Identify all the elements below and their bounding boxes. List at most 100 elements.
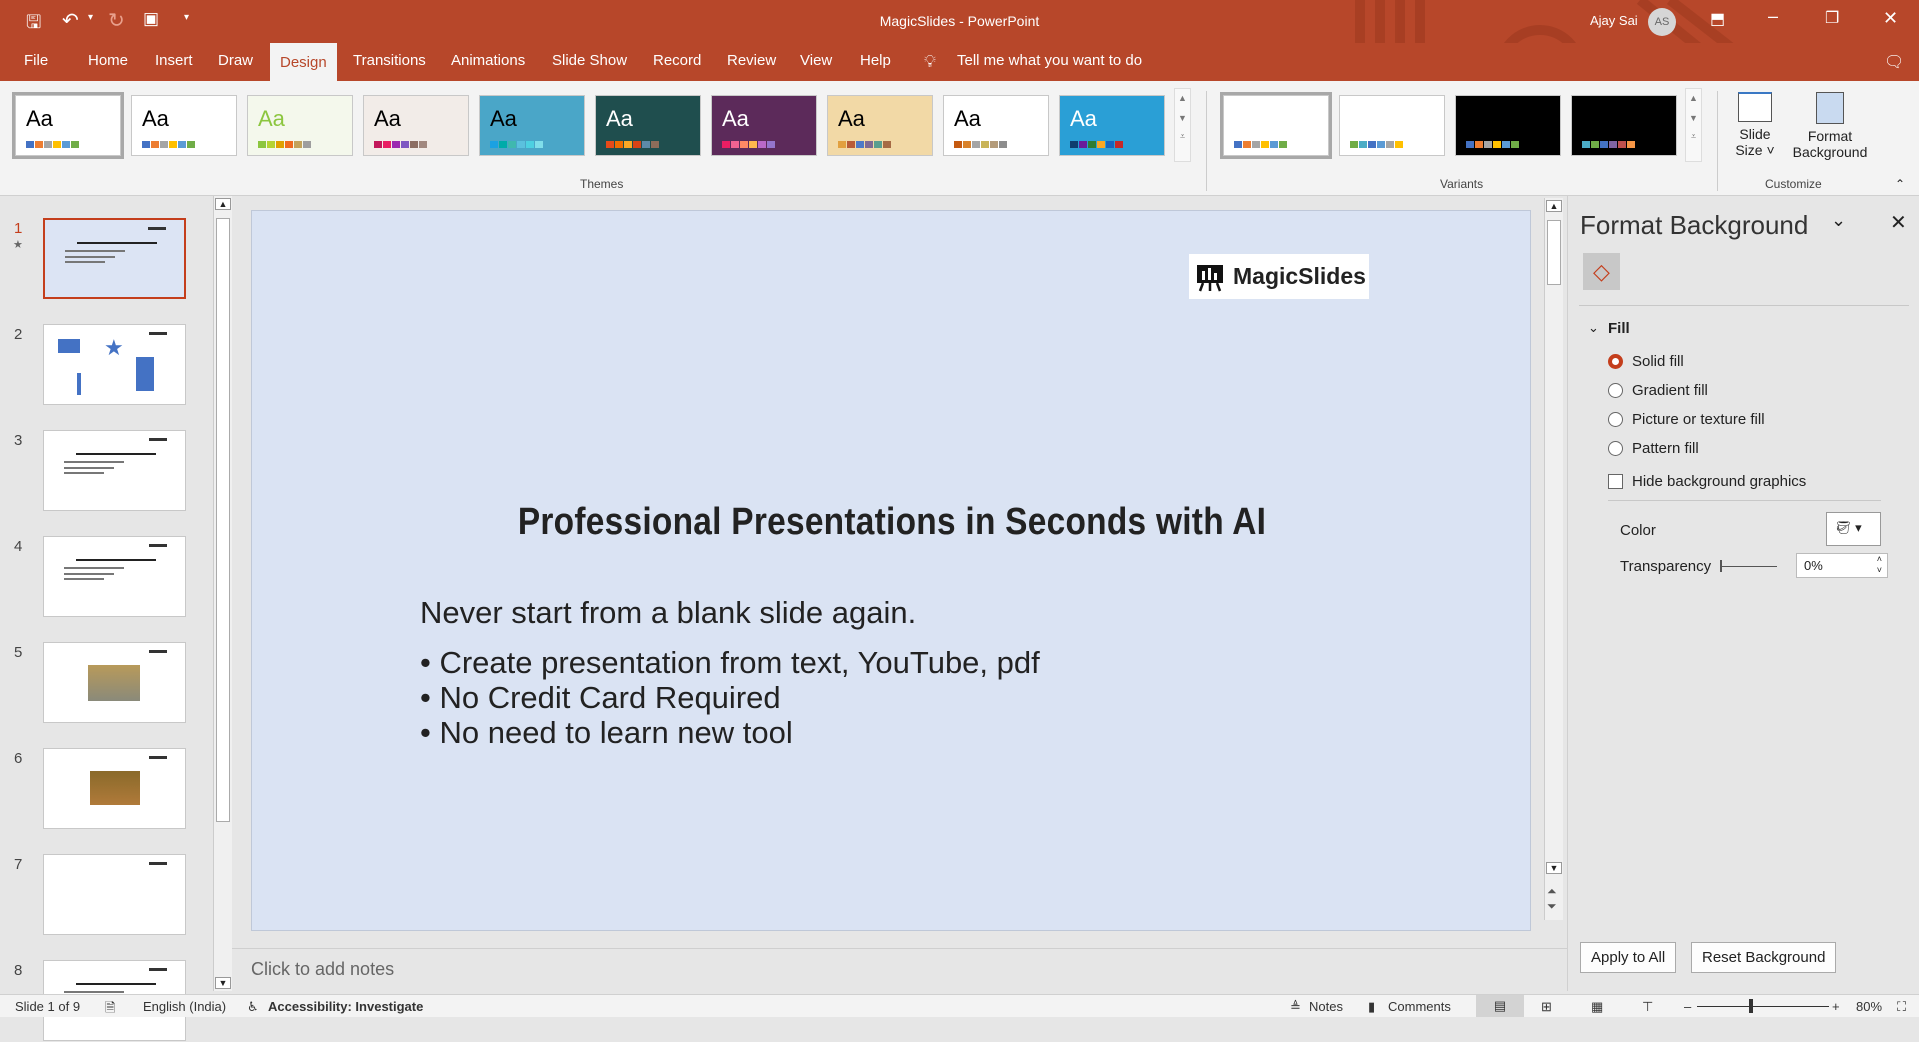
normal-view-icon[interactable]: ▤: [1476, 995, 1524, 1017]
language-indicator[interactable]: English (India): [143, 999, 226, 1014]
reading-view-icon[interactable]: ▦: [1591, 999, 1603, 1015]
comments-button[interactable]: Comments: [1388, 999, 1451, 1014]
radio-button[interactable]: [1608, 354, 1623, 369]
zoom-out-icon[interactable]: –: [1684, 999, 1691, 1014]
variant-thumbnail[interactable]: [1455, 95, 1561, 156]
thumbnails-scrollbar[interactable]: ▲ ▼: [213, 196, 232, 991]
slide-thumbnail-row[interactable]: 6: [0, 748, 210, 830]
minimize-icon[interactable]: –: [1768, 6, 1778, 27]
slide-thumbnail-row[interactable]: 2 ★: [0, 324, 210, 406]
color-picker-dropdown[interactable]: 🪣︎ ▾: [1826, 512, 1881, 546]
comments-status-icon[interactable]: ▮: [1368, 999, 1375, 1015]
reset-background-button[interactable]: Reset Background: [1691, 942, 1837, 973]
themes-gallery-scroll[interactable]: ▲ ▼ ⩡: [1174, 88, 1191, 162]
slide-thumbnail-row[interactable]: 1 ★: [0, 218, 210, 300]
color-swatch: [62, 141, 70, 148]
hide-background-graphics-checkbox[interactable]: Hide background graphics: [1608, 473, 1806, 490]
slide-sorter-icon[interactable]: ⊞: [1541, 999, 1552, 1015]
slide-thumbnail[interactable]: [43, 536, 186, 617]
spelling-icon[interactable]: 🗎︎: [105, 999, 115, 1021]
fill-collapse-chevron-icon[interactable]: ⌄: [1588, 320, 1599, 336]
transparency-input[interactable]: 0% ˄ ˅: [1796, 553, 1888, 578]
close-icon[interactable]: ✕: [1883, 8, 1898, 29]
tab-file[interactable]: File: [24, 52, 48, 69]
pane-options-chevron-icon[interactable]: ⌄: [1831, 210, 1846, 231]
theme-thumbnail[interactable]: Aa: [247, 95, 353, 156]
user-name[interactable]: Ajay Sai: [1590, 13, 1638, 28]
slide-thumbnail[interactable]: [43, 218, 186, 299]
slide-thumbnail-row[interactable]: 4: [0, 536, 210, 618]
slide-show-icon[interactable]: ⊤: [1642, 999, 1653, 1015]
theme-thumbnail[interactable]: Aa: [131, 95, 237, 156]
slide-bullets[interactable]: • Create presentation from text, YouTube…: [420, 645, 1040, 750]
variant-thumbnail[interactable]: [1339, 95, 1445, 156]
color-swatch: [410, 141, 418, 148]
slide-scrollbar[interactable]: ▲ ▼ ⏶ ⏷: [1544, 198, 1563, 920]
theme-thumbnail[interactable]: Aa: [12, 92, 124, 159]
pane-close-icon[interactable]: ✕: [1890, 210, 1907, 235]
slide-title[interactable]: Professional Presentations in Seconds wi…: [329, 501, 1455, 544]
slide-thumbnail[interactable]: [43, 854, 186, 935]
tab-design[interactable]: Design: [270, 43, 337, 81]
comments-icon[interactable]: 🗨︎: [1884, 52, 1904, 72]
fill-option-radio[interactable]: Gradient fill: [1608, 382, 1708, 399]
slide-thumbnail[interactable]: [43, 430, 186, 511]
tell-me-search[interactable]: Tell me what you want to do: [957, 52, 1142, 69]
slide-thumbnail-row[interactable]: 5: [0, 642, 210, 724]
radio-button[interactable]: [1608, 441, 1623, 456]
collapse-ribbon-icon[interactable]: ⌃: [1895, 177, 1905, 191]
slide-thumbnail-row[interactable]: 7: [0, 854, 210, 936]
accessibility-status[interactable]: Accessibility: Investigate: [268, 999, 423, 1014]
fill-option-radio[interactable]: Picture or texture fill: [1608, 411, 1765, 428]
theme-thumbnail[interactable]: Aa: [1059, 95, 1165, 156]
zoom-slider[interactable]: [1697, 999, 1829, 1013]
theme-thumbnail[interactable]: Aa: [595, 95, 701, 156]
apply-to-all-button[interactable]: Apply to All: [1580, 942, 1677, 973]
radio-button[interactable]: [1608, 383, 1623, 398]
variant-thumbnail[interactable]: [1220, 92, 1332, 159]
theme-thumbnail[interactable]: Aa: [827, 95, 933, 156]
variant-thumbnail[interactable]: [1571, 95, 1677, 156]
notes-pane[interactable]: Click to add notes: [232, 948, 1567, 991]
slide-thumbnail-row[interactable]: 3: [0, 430, 210, 512]
notes-icon[interactable]: ≜: [1290, 999, 1301, 1015]
tab-insert[interactable]: Insert: [155, 52, 193, 69]
zoom-in-icon[interactable]: +: [1832, 999, 1840, 1014]
ribbon-display-options-icon[interactable]: ⬒: [1710, 9, 1725, 29]
tab-home[interactable]: Home: [88, 52, 128, 69]
theme-thumbnail[interactable]: Aa: [943, 95, 1049, 156]
radio-button[interactable]: [1608, 412, 1623, 427]
theme-thumbnail[interactable]: Aa: [363, 95, 469, 156]
restore-icon[interactable]: ❐: [1825, 8, 1839, 28]
format-background-button[interactable]: Format Background: [1790, 89, 1870, 171]
notes-button[interactable]: Notes: [1309, 999, 1343, 1014]
zoom-level[interactable]: 80%: [1856, 999, 1882, 1014]
avatar[interactable]: AS: [1648, 8, 1676, 36]
tab-draw[interactable]: Draw: [218, 52, 253, 69]
fill-option-radio[interactable]: Pattern fill: [1608, 440, 1699, 457]
slide-thumbnail[interactable]: ★: [43, 324, 186, 405]
fill-option-radio[interactable]: Solid fill: [1608, 353, 1684, 370]
accessibility-icon[interactable]: ♿︎: [247, 999, 259, 1015]
slide-thumbnail[interactable]: [43, 748, 186, 829]
tab-record[interactable]: Record: [653, 52, 701, 69]
tab-animations[interactable]: Animations: [451, 52, 525, 69]
fill-tab-paint-bucket-icon[interactable]: ◇: [1583, 253, 1620, 290]
slide-thumbnail[interactable]: [43, 642, 186, 723]
slide-canvas[interactable]: MagicSlides Professional Presentations i…: [251, 210, 1531, 931]
magicslides-logo[interactable]: MagicSlides: [1189, 254, 1369, 299]
tab-help[interactable]: Help: [860, 52, 891, 69]
tab-view[interactable]: View: [800, 52, 832, 69]
tab-transitions[interactable]: Transitions: [353, 52, 426, 69]
variants-gallery-scroll[interactable]: ▲ ▼ ⩡: [1685, 88, 1702, 162]
transparency-slider[interactable]: [1720, 560, 1777, 572]
slide-size-button[interactable]: Slide Size ˅: [1725, 89, 1785, 171]
theme-thumbnail[interactable]: Aa: [711, 95, 817, 156]
theme-thumbnail[interactable]: Aa: [479, 95, 585, 156]
notes-placeholder[interactable]: Click to add notes: [251, 959, 394, 980]
tab-slide-show[interactable]: Slide Show: [552, 52, 627, 69]
tab-review[interactable]: Review: [727, 52, 776, 69]
fit-to-window-icon[interactable]: ⛶: [1897, 999, 1906, 1015]
fill-section-header[interactable]: Fill: [1608, 320, 1630, 337]
slide-subtitle[interactable]: Never start from a blank slide again.: [420, 595, 916, 631]
